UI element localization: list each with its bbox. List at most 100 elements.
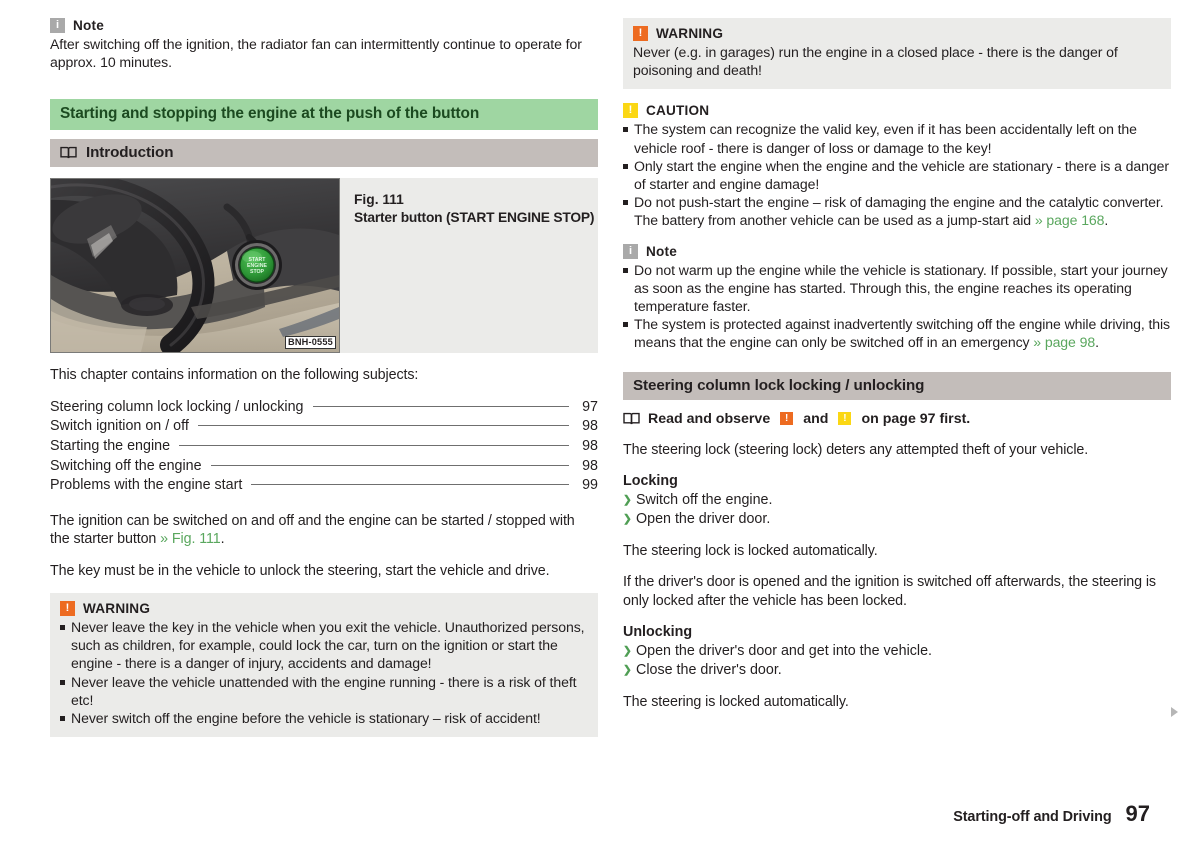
subsection-heading-introduction: Introduction (50, 139, 598, 168)
footer-page-number: 97 (1125, 801, 1150, 826)
toc-label: Switching off the engine (50, 457, 202, 474)
paragraph-door-opened: If the driver's door is opened and the i… (623, 574, 1156, 609)
page-link[interactable]: » page 98 (1033, 334, 1095, 350)
toc-page: 99 (582, 477, 598, 494)
warning-header: ! WARNING (60, 601, 588, 616)
manual-page: i Note After switching off the ignition,… (0, 0, 1200, 845)
note-header: i Note (50, 18, 598, 33)
toc-page: 98 (582, 418, 598, 435)
note-header: i Note (623, 243, 1171, 259)
warning-list-item: Never leave the key in the vehicle when … (60, 618, 588, 673)
caution-title: CAUTION (646, 103, 710, 119)
toc-leader (179, 445, 569, 446)
toc-label: Starting the engine (50, 438, 171, 454)
toc-leader (312, 405, 569, 407)
page-footer: Starting-off and Driving 97 (953, 801, 1150, 827)
warning-icon: ! (633, 26, 648, 41)
toc-label: Problems with the engine start (50, 477, 243, 494)
paragraph-ignition-tail: . (220, 531, 225, 548)
paragraph-locked-automatically: The steering lock is locked automaticall… (623, 543, 878, 560)
warning-header: ! WARNING (633, 26, 1161, 41)
note-list-item: The system is protected against inadvert… (623, 315, 1171, 351)
paragraph-steering-locked: The steering is locked automatically. (623, 694, 849, 711)
warning-callout-left: ! WARNING Never leave the key in the veh… (50, 593, 598, 738)
note-list: Do not warm up the engine while the vehi… (623, 261, 1171, 352)
toc-page: 98 (582, 438, 598, 454)
svg-text:STOP: STOP (250, 269, 265, 275)
figure-caption-text: Starter button (START ENGINE STOP) (354, 210, 595, 226)
page-link[interactable]: » page 168 (1035, 212, 1105, 228)
note-callout-top: i Note After switching off the ignition,… (50, 18, 598, 71)
caution-list: The system can recognize the valid key, … (623, 120, 1171, 229)
warning-title: WARNING (656, 26, 724, 41)
caution-list-item: Do not push-start the engine – risk of d… (623, 193, 1171, 229)
right-column: ! WARNING Never (e.g. in garages) run th… (623, 18, 1171, 725)
locking-steps: Switch off the engine. Open the driver d… (623, 491, 1171, 529)
section-heading-start-stop: Starting and stopping the engine at the … (50, 99, 598, 131)
read-observe-text-b: on page 97 first. (861, 410, 971, 427)
caution-list-item: The system can recognize the valid key, … (623, 120, 1171, 156)
unlocking-step: Open the driver's door and get into the … (623, 642, 1171, 661)
note-callout-right: i Note Do not warm up the engine while t… (623, 243, 1171, 352)
toc-row[interactable]: Switching off the engine 98 (50, 457, 598, 477)
toc-leader (210, 464, 569, 466)
warning-callout-right: ! WARNING Never (e.g. in garages) run th… (623, 18, 1171, 90)
paragraph-ignition: The ignition can be switched on and off … (50, 512, 598, 549)
subheading-unlocking: Unlocking (623, 624, 693, 641)
warning-list-item: Never switch off the engine before the v… (60, 709, 588, 727)
warning-title: WARNING (83, 601, 151, 616)
toc-row[interactable]: Problems with the engine start 99 (50, 476, 598, 496)
footer-chapter-title: Starting-off and Driving (953, 809, 1112, 825)
chapter-toc: Steering column lock locking / unlocking… (50, 398, 598, 496)
book-icon (60, 146, 77, 159)
caution-list-item: Only start the engine when the engine an… (623, 157, 1171, 193)
caution-header: ! CAUTION (623, 103, 1171, 119)
paragraph-steering-lock: The steering lock (steering lock) deters… (623, 441, 1089, 458)
toc-row[interactable]: Steering column lock locking / unlocking… (50, 398, 598, 418)
note-item-tail: . (1095, 334, 1099, 351)
toc-page: 97 (582, 398, 598, 415)
toc-intro-text: This chapter contains information on the… (50, 367, 419, 384)
warning-list-item: Never leave the vehicle unattended with … (60, 673, 588, 709)
locking-step: Open the driver door. (623, 510, 1171, 529)
caution-item-text: Only start the engine when the engine an… (634, 157, 1169, 193)
caution-icon: ! (838, 412, 852, 426)
note-title: Note (646, 243, 678, 259)
warning-list: Never leave the key in the vehicle when … (60, 618, 588, 727)
toc-row[interactable]: Starting the engine 98 (50, 437, 598, 457)
caution-item-text: The system can recognize the valid key, … (634, 121, 1137, 156)
toc-leader (251, 484, 569, 486)
figure-link[interactable]: » Fig. 111 (160, 531, 221, 547)
subheading-locking: Locking (623, 473, 678, 490)
read-observe-and: and (803, 410, 829, 427)
note-list-item: Do not warm up the engine while the vehi… (623, 261, 1171, 316)
toc-page: 98 (582, 457, 598, 474)
warning-icon: ! (780, 412, 794, 426)
toc-label: Switch ignition on / off (50, 418, 189, 435)
warning-icon: ! (60, 601, 75, 616)
note-title: Note (73, 18, 105, 33)
info-icon: i (50, 18, 65, 33)
toc-label: Steering column lock locking / unlocking (50, 398, 304, 415)
note-text: After switching off the ignition, the ra… (50, 36, 582, 71)
subsection-heading-label: Introduction (86, 144, 174, 162)
note-item-text: Do not warm up the engine while the vehi… (634, 261, 1168, 315)
warning-text: Never (e.g. in garages) run the engine i… (633, 44, 1118, 79)
unlocking-steps: Open the driver's door and get into the … (623, 642, 1171, 680)
paragraph-key: The key must be in the vehicle to unlock… (50, 562, 550, 579)
info-icon: i (623, 243, 638, 259)
figure-image-starter-button: START ENGINE STOP BNH-0555 (50, 178, 340, 354)
toc-row[interactable]: Switch ignition on / off 98 (50, 417, 598, 437)
unlocking-step: Close the driver's door. (623, 661, 1171, 680)
read-observe-text-a: Read and observe (648, 410, 771, 427)
book-icon (623, 412, 640, 425)
caution-item-tail: . (1104, 212, 1109, 229)
locking-step: Switch off the engine. (623, 491, 1171, 510)
continuation-arrow-icon (1171, 707, 1178, 717)
toc-leader (197, 425, 569, 427)
figure-111: START ENGINE STOP BNH-0555 Fig. 111 Star… (50, 178, 598, 354)
caution-callout: ! CAUTION The system can recognize the v… (623, 103, 1171, 229)
paragraph-ignition-text: The ignition can be switched on and off … (50, 512, 575, 548)
section-heading-steering-lock: Steering column lock locking / unlocking (623, 371, 1171, 400)
read-and-observe-line: Read and observe ! and ! on page 97 firs… (623, 411, 1171, 427)
